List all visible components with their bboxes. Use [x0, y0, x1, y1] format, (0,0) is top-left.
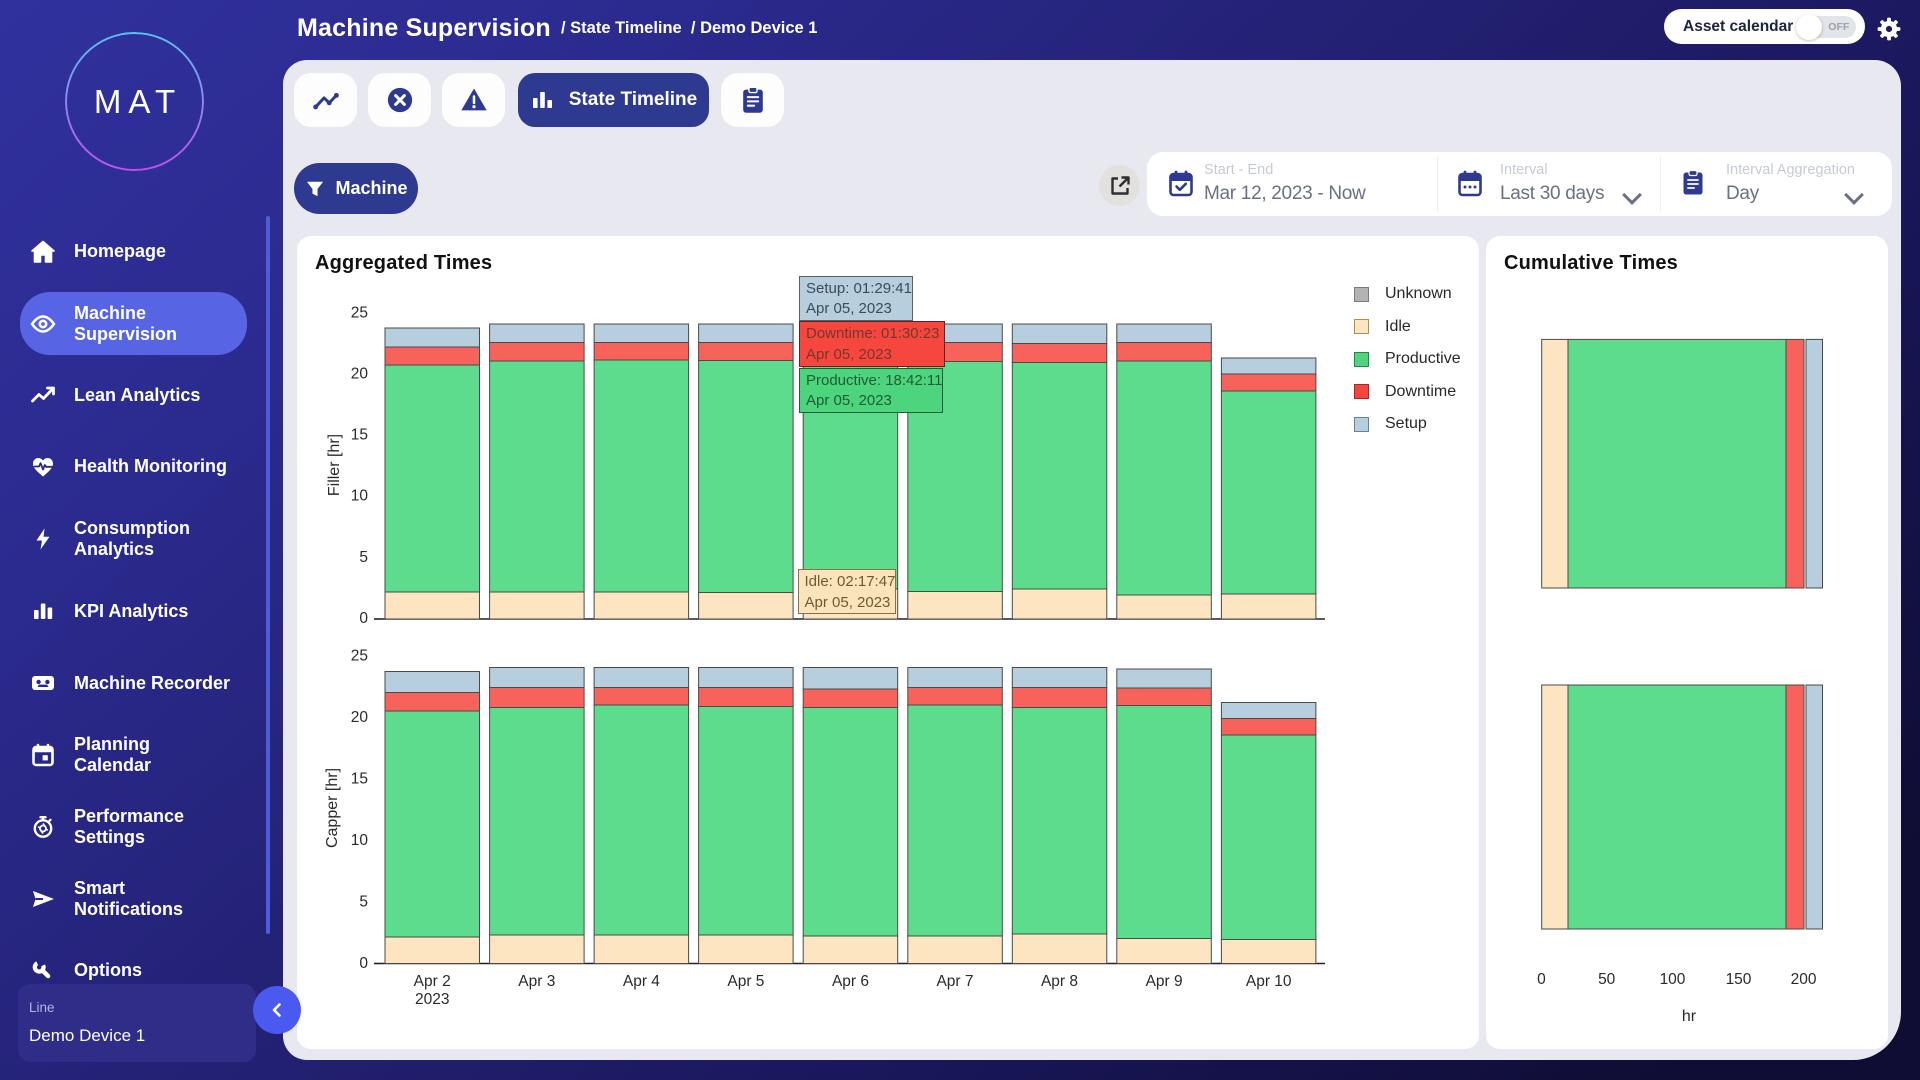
- svg-text:50: 50: [1598, 971, 1616, 988]
- svg-text:Apr 10: Apr 10: [1246, 973, 1292, 990]
- svg-text:20: 20: [351, 709, 369, 726]
- svg-text:Capper [hr]: Capper [hr]: [324, 768, 341, 848]
- svg-text:200: 200: [1791, 971, 1817, 988]
- svg-text:Apr 3: Apr 3: [518, 973, 555, 990]
- svg-text:Filler [hr]: Filler [hr]: [326, 434, 343, 496]
- svg-text:Apr 7: Apr 7: [936, 973, 973, 990]
- svg-text:0: 0: [359, 955, 368, 972]
- svg-text:25: 25: [351, 648, 368, 665]
- svg-text:20: 20: [351, 366, 369, 383]
- svg-text:Apr 2: Apr 2: [414, 973, 451, 990]
- svg-text:Apr 6: Apr 6: [832, 973, 869, 990]
- svg-text:5: 5: [359, 894, 368, 911]
- svg-text:0: 0: [359, 610, 368, 627]
- svg-text:2023: 2023: [415, 991, 449, 1008]
- svg-text:Apr 4: Apr 4: [623, 973, 660, 990]
- svg-text:Apr 9: Apr 9: [1146, 973, 1183, 990]
- svg-text:5: 5: [359, 549, 368, 566]
- svg-text:Apr 5: Apr 5: [727, 973, 764, 990]
- svg-text:100: 100: [1660, 971, 1686, 988]
- svg-text:15: 15: [351, 427, 368, 444]
- svg-text:Apr 8: Apr 8: [1041, 973, 1078, 990]
- svg-text:10: 10: [351, 488, 369, 505]
- svg-text:10: 10: [351, 832, 369, 849]
- svg-text:15: 15: [351, 771, 368, 788]
- svg-text:150: 150: [1726, 971, 1752, 988]
- svg-text:25: 25: [351, 305, 368, 322]
- svg-text:hr: hr: [1682, 1008, 1697, 1025]
- svg-text:0: 0: [1537, 971, 1546, 988]
